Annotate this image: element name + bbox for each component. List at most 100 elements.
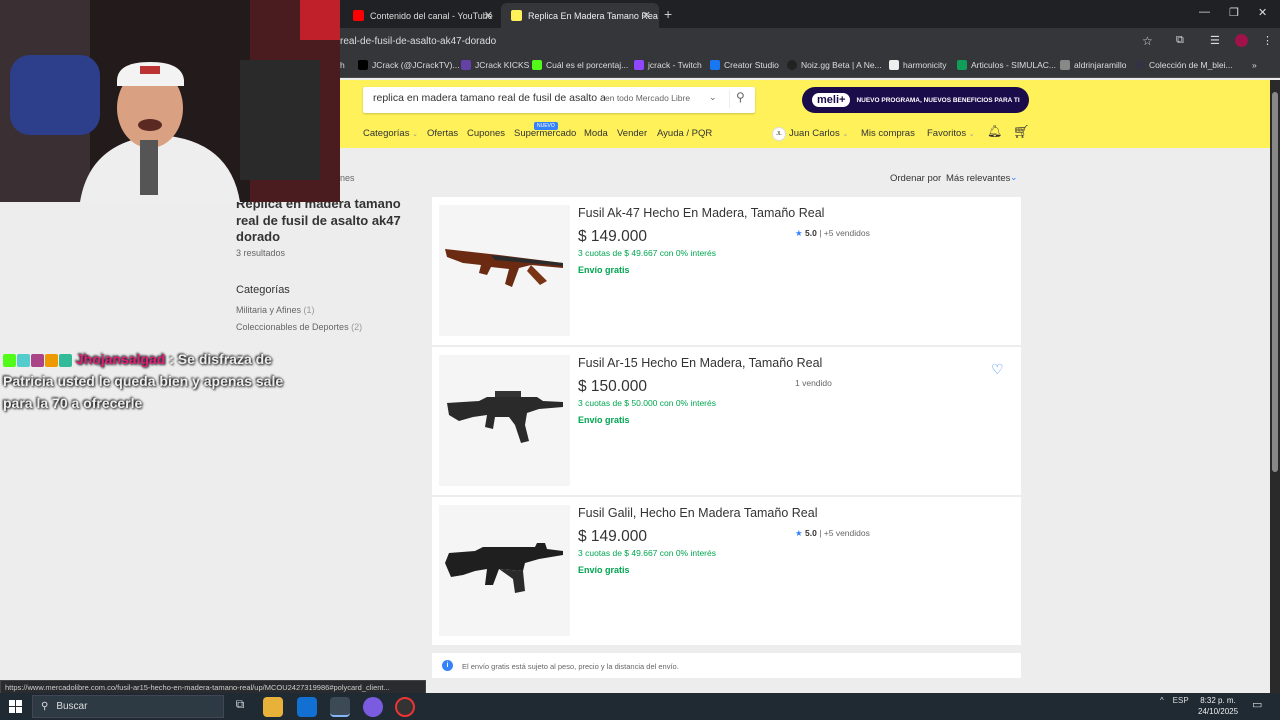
outlook-icon[interactable]	[297, 697, 317, 717]
chevron-down-icon[interactable]: ⌄	[709, 92, 717, 103]
bookmark-label: aldrinjaramillo	[1074, 60, 1127, 70]
product-title[interactable]: Fusil Ak-47 Hecho En Madera, Tamaño Real	[578, 206, 824, 220]
file-explorer-icon[interactable]	[263, 697, 283, 717]
media-icon[interactable]: ☰	[1210, 34, 1220, 47]
obs-icon[interactable]	[395, 697, 415, 717]
category-filter[interactable]: Militaria y Afines (1)	[236, 305, 315, 315]
sold-count: | +5 vendidos	[819, 228, 870, 238]
windows-icon[interactable]	[9, 700, 22, 713]
product-title[interactable]: Fusil Galil, Hecho En Madera Tamaño Real	[578, 506, 817, 520]
bell-icon[interactable]: 🔔︎	[987, 124, 1002, 138]
bookmark[interactable]: harmonicity	[889, 60, 946, 70]
tab-youtube[interactable]: Contenido del canal - YouTube ✕	[343, 3, 501, 28]
bookmark-label: Cuál es el porcentaj...	[546, 60, 629, 70]
heart-icon[interactable]: ♡	[991, 361, 1004, 378]
search-icon[interactable]: ⚲	[729, 90, 745, 108]
extensions-icon[interactable]: ⧉	[1176, 34, 1184, 47]
kick-icon	[532, 60, 542, 70]
search-scope[interactable]: en todo Mercado Libre	[605, 93, 690, 103]
clock[interactable]: 8:32 p. m. 24/10/2025	[1198, 695, 1238, 717]
nav-cupones[interactable]: Cupones	[467, 128, 505, 139]
breadcrumb[interactable]: nes	[340, 173, 355, 183]
star-icon[interactable]: ☆	[1142, 34, 1153, 48]
nav-mis-compras[interactable]: Mis compras	[861, 128, 915, 139]
nav-ofertas[interactable]: Ofertas	[427, 128, 458, 139]
bookmark[interactable]: aldrinjaramillo	[1060, 60, 1126, 70]
bookmark[interactable]: h	[340, 60, 345, 70]
bookmark-label: JCrack KICKS	[475, 60, 530, 70]
chevron-down-icon: ⌄	[412, 131, 418, 138]
search-box[interactable]: en todo Mercado Libre ⌄ ⚲	[363, 87, 755, 113]
status-bar-url: https://www.mercadolibre.com.co/fusil-ar…	[0, 680, 426, 694]
category-name: Coleccionables de Deportes	[236, 322, 349, 332]
nav-moda[interactable]: Moda	[584, 128, 608, 139]
shipping-notice: i El envío gratis está sujeto al peso, p…	[432, 653, 1021, 678]
bookmark[interactable]: Creator Studio	[710, 60, 779, 70]
product-card[interactable]: Fusil Galil, Hecho En Madera Tamaño Real…	[432, 497, 1021, 646]
task-view-icon[interactable]: ⧉	[230, 697, 250, 717]
chat-badges	[3, 353, 72, 367]
bookmark[interactable]: Articulos - SIMULAC...	[957, 60, 1056, 70]
product-image[interactable]	[439, 355, 570, 486]
bookmark[interactable]: jcrack - Twitch	[634, 60, 702, 70]
search-input[interactable]	[373, 92, 605, 104]
bookmark[interactable]: Cuál es el porcentaj...	[532, 60, 628, 70]
chat-message: Jhojansalgad : Se disfraza de Patricia u…	[3, 348, 293, 414]
x-icon	[358, 60, 368, 70]
taskbar-search[interactable]: ⚲ Buscar	[32, 695, 224, 718]
clock-date: 24/10/2025	[1198, 707, 1239, 716]
discord-icon[interactable]	[363, 697, 383, 717]
bookmark-label: harmonicity	[903, 60, 947, 70]
bookmark-label: JCrack (@JCrackTV)...	[372, 60, 460, 70]
menu-icon[interactable]: ⋮	[1262, 34, 1273, 47]
scrollbar-thumb[interactable]	[1272, 92, 1278, 472]
close-icon[interactable]: ✕	[642, 9, 651, 22]
close-icon[interactable]: ✕	[484, 9, 493, 22]
bookmark-label: jcrack - Twitch	[648, 60, 702, 70]
window-close-button[interactable]: ✕	[1258, 6, 1267, 19]
free-shipping: Envío gratis	[578, 415, 630, 425]
meli-plus-banner[interactable]: meli+ NUEVO PROGRAMA, NUEVOS BENEFICIOS …	[802, 87, 1029, 113]
tab-mercadolibre[interactable]: Replica En Madera Tamano Rea ✕	[501, 3, 659, 28]
new-tab-button[interactable]: +	[664, 6, 672, 22]
product-title[interactable]: Fusil Ar-15 Hecho En Madera, Tamaño Real	[578, 356, 822, 370]
avatar[interactable]: JL	[772, 127, 786, 141]
chrome-icon[interactable]	[330, 697, 350, 717]
bookmark[interactable]: Colección de M_blei...	[1135, 60, 1233, 70]
product-card[interactable]: Fusil Ar-15 Hecho En Madera, Tamaño Real…	[432, 347, 1021, 496]
product-card[interactable]: Fusil Ak-47 Hecho En Madera, Tamaño Real…	[432, 197, 1021, 346]
star-icon: ★	[795, 228, 803, 238]
minimize-button[interactable]: —	[1199, 6, 1210, 18]
noiz-icon	[787, 60, 797, 70]
sort-dropdown[interactable]: Más relevantes	[946, 173, 1010, 184]
nav-user[interactable]: Juan Carlos ⌄	[789, 128, 848, 139]
search-icon: ⚲	[41, 701, 49, 712]
badge-icon	[31, 353, 44, 367]
nav-vender[interactable]: Vender	[617, 128, 647, 139]
webcam-overlay	[0, 0, 340, 202]
chevron-down-icon[interactable]: ⌄	[1010, 172, 1018, 183]
twitch-icon	[634, 60, 644, 70]
bookmark[interactable]: JCrack (@JCrackTV)...	[358, 60, 460, 70]
bookmark[interactable]: JCrack KICKS	[461, 60, 529, 70]
nav-supermercado[interactable]: Supermercado	[514, 128, 576, 139]
product-image[interactable]	[439, 505, 570, 636]
cart-icon[interactable]: 🛒︎	[1013, 124, 1030, 140]
nav-categorias[interactable]: Categorías ⌄	[363, 128, 418, 139]
system-tray[interactable]: ^ ESP	[1160, 696, 1189, 705]
harmonicity-icon	[889, 60, 899, 70]
nav-favoritos[interactable]: Favoritos ⌄	[927, 128, 975, 139]
profile-icon[interactable]	[1235, 34, 1248, 47]
category-filter[interactable]: Coleccionables de Deportes (2)	[236, 322, 362, 332]
more-bookmarks-icon[interactable]: »	[1252, 60, 1257, 70]
bookmark[interactable]: Noiz.gg Beta | A Ne...	[787, 60, 882, 70]
nav-ayuda[interactable]: Ayuda / PQR	[657, 128, 712, 139]
badge-icon	[45, 353, 58, 367]
rating-value: 5.0	[805, 528, 817, 538]
url-text[interactable]: real-de-fusil-de-asalto-ak47-dorado	[340, 36, 496, 47]
restore-button[interactable]: ❐	[1229, 6, 1239, 19]
product-image[interactable]	[439, 205, 570, 336]
product-price: $ 149.000	[578, 528, 647, 545]
sold-count: 1 vendido	[795, 378, 832, 388]
notifications-icon[interactable]: ▭	[1252, 698, 1262, 711]
